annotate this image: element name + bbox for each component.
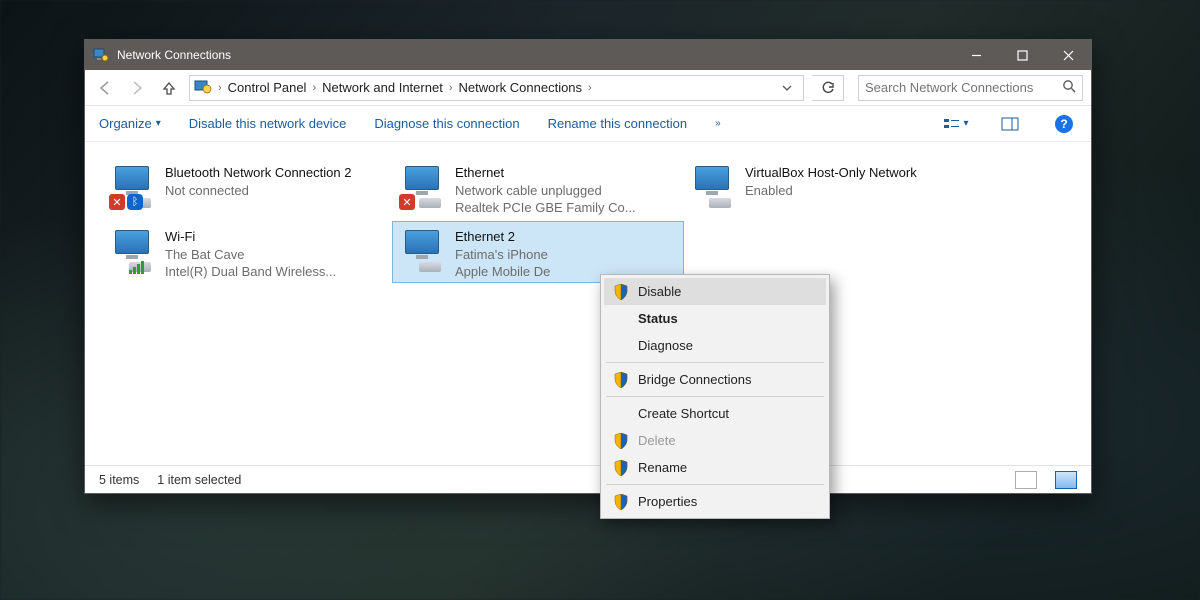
connection-device: Intel(R) Dual Band Wireless... bbox=[165, 263, 336, 281]
connection-status: Enabled bbox=[745, 182, 917, 200]
breadcrumb-segment[interactable]: Control Panel› bbox=[228, 80, 316, 95]
disable-device-button[interactable]: Disable this network device bbox=[189, 116, 347, 131]
shield-icon bbox=[612, 372, 630, 388]
preview-pane-button[interactable] bbox=[997, 112, 1023, 136]
menu-item-label: Properties bbox=[638, 494, 697, 509]
menu-item[interactable]: Diagnose bbox=[604, 332, 826, 359]
dropdown-history-button[interactable] bbox=[775, 76, 799, 100]
connection-icon bbox=[111, 228, 155, 272]
connection-tile[interactable]: Wi-FiThe Bat CaveIntel(R) Dual Band Wire… bbox=[103, 222, 393, 282]
diagnose-connection-button[interactable]: Diagnose this connection bbox=[374, 116, 519, 131]
breadcrumb-segment[interactable]: Network and Internet› bbox=[322, 80, 452, 95]
folder-icon bbox=[194, 78, 212, 97]
search-icon bbox=[1062, 79, 1076, 96]
chevron-down-icon: ▾ bbox=[156, 118, 161, 129]
menu-item-label: Delete bbox=[638, 433, 676, 448]
connection-name: Wi-Fi bbox=[165, 228, 336, 246]
menu-item[interactable]: Rename bbox=[604, 454, 826, 481]
connection-device: Apple Mobile De bbox=[455, 263, 550, 281]
connection-name: Ethernet bbox=[455, 164, 636, 182]
menu-item-label: Rename bbox=[638, 460, 687, 475]
selection-count: 1 item selected bbox=[157, 473, 241, 487]
items-count: 5 items bbox=[99, 473, 139, 487]
more-commands-button[interactable]: » bbox=[715, 118, 721, 129]
connection-name: Ethernet 2 bbox=[455, 228, 550, 246]
connection-icon: ✕ᛒ bbox=[111, 164, 155, 208]
connection-tile[interactable]: VirtualBox Host-Only NetworkEnabled bbox=[683, 158, 973, 218]
menu-item: Delete bbox=[604, 427, 826, 454]
connection-status: Network cable unplugged bbox=[455, 182, 636, 200]
shield-icon bbox=[612, 433, 630, 449]
chevron-right-icon: › bbox=[218, 82, 222, 94]
address-bar: › Control Panel› Network and Internet› N… bbox=[85, 70, 1091, 106]
menu-item-label: Diagnose bbox=[638, 338, 693, 353]
menu-item[interactable]: Create Shortcut bbox=[604, 400, 826, 427]
forward-button[interactable] bbox=[125, 76, 149, 100]
connection-tile[interactable]: Ethernet 2Fatima's iPhoneApple Mobile De bbox=[393, 222, 683, 282]
connection-device: Realtek PCIe GBE Family Co... bbox=[455, 199, 636, 217]
connection-icon bbox=[691, 164, 735, 208]
context-menu: Disable Status Diagnose Bridge Connections C… bbox=[600, 274, 830, 519]
connections-area: ✕ᛒ Bluetooth Network Connection 2Not conn… bbox=[85, 142, 1091, 462]
refresh-button[interactable] bbox=[812, 75, 844, 101]
explorer-window: Network Connections › Control Panel› Net… bbox=[84, 39, 1092, 494]
organize-menu[interactable]: Organize ▾ bbox=[99, 116, 161, 131]
shield-icon bbox=[612, 494, 630, 510]
connection-status: Fatima's iPhone bbox=[455, 246, 550, 264]
status-bar: 5 items 1 item selected bbox=[85, 465, 1091, 493]
search-box[interactable] bbox=[858, 75, 1083, 101]
tiles-view-button[interactable] bbox=[1055, 471, 1077, 489]
menu-item[interactable]: Bridge Connections bbox=[604, 366, 826, 393]
view-options-button[interactable]: ▾ bbox=[943, 112, 969, 136]
shield-icon bbox=[612, 460, 630, 476]
maximize-button[interactable] bbox=[999, 40, 1045, 70]
breadcrumb[interactable]: › Control Panel› Network and Internet› N… bbox=[189, 75, 804, 101]
command-bar: Organize ▾ Disable this network device D… bbox=[85, 106, 1091, 142]
menu-item[interactable]: Properties bbox=[604, 488, 826, 515]
minimize-button[interactable] bbox=[953, 40, 999, 70]
menu-item-label: Bridge Connections bbox=[638, 372, 751, 387]
search-input[interactable] bbox=[865, 80, 1062, 95]
back-button[interactable] bbox=[93, 76, 117, 100]
connection-name: VirtualBox Host-Only Network bbox=[745, 164, 917, 182]
menu-item-label: Create Shortcut bbox=[638, 406, 729, 421]
rename-connection-button[interactable]: Rename this connection bbox=[548, 116, 687, 131]
menu-item-label: Status bbox=[638, 311, 678, 326]
menu-item-label: Disable bbox=[638, 284, 681, 299]
breadcrumb-segment[interactable]: Network Connections› bbox=[458, 80, 591, 95]
connection-icon bbox=[401, 228, 445, 272]
close-button[interactable] bbox=[1045, 40, 1091, 70]
window-title: Network Connections bbox=[117, 48, 231, 62]
connection-name: Bluetooth Network Connection 2 bbox=[165, 164, 351, 182]
connection-tile[interactable]: ✕ EthernetNetwork cable unpluggedRealtek … bbox=[393, 158, 683, 218]
connection-icon: ✕ bbox=[401, 164, 445, 208]
app-icon bbox=[93, 47, 109, 63]
help-button[interactable]: ? bbox=[1051, 112, 1077, 136]
details-view-button[interactable] bbox=[1015, 471, 1037, 489]
connection-tile[interactable]: ✕ᛒ Bluetooth Network Connection 2Not conn… bbox=[103, 158, 393, 218]
up-button[interactable] bbox=[157, 76, 181, 100]
menu-item[interactable]: Disable bbox=[604, 278, 826, 305]
menu-item[interactable]: Status bbox=[604, 305, 826, 332]
shield-icon bbox=[612, 284, 630, 300]
connection-status: Not connected bbox=[165, 182, 351, 200]
connection-status: The Bat Cave bbox=[165, 246, 336, 264]
titlebar: Network Connections bbox=[85, 40, 1091, 70]
